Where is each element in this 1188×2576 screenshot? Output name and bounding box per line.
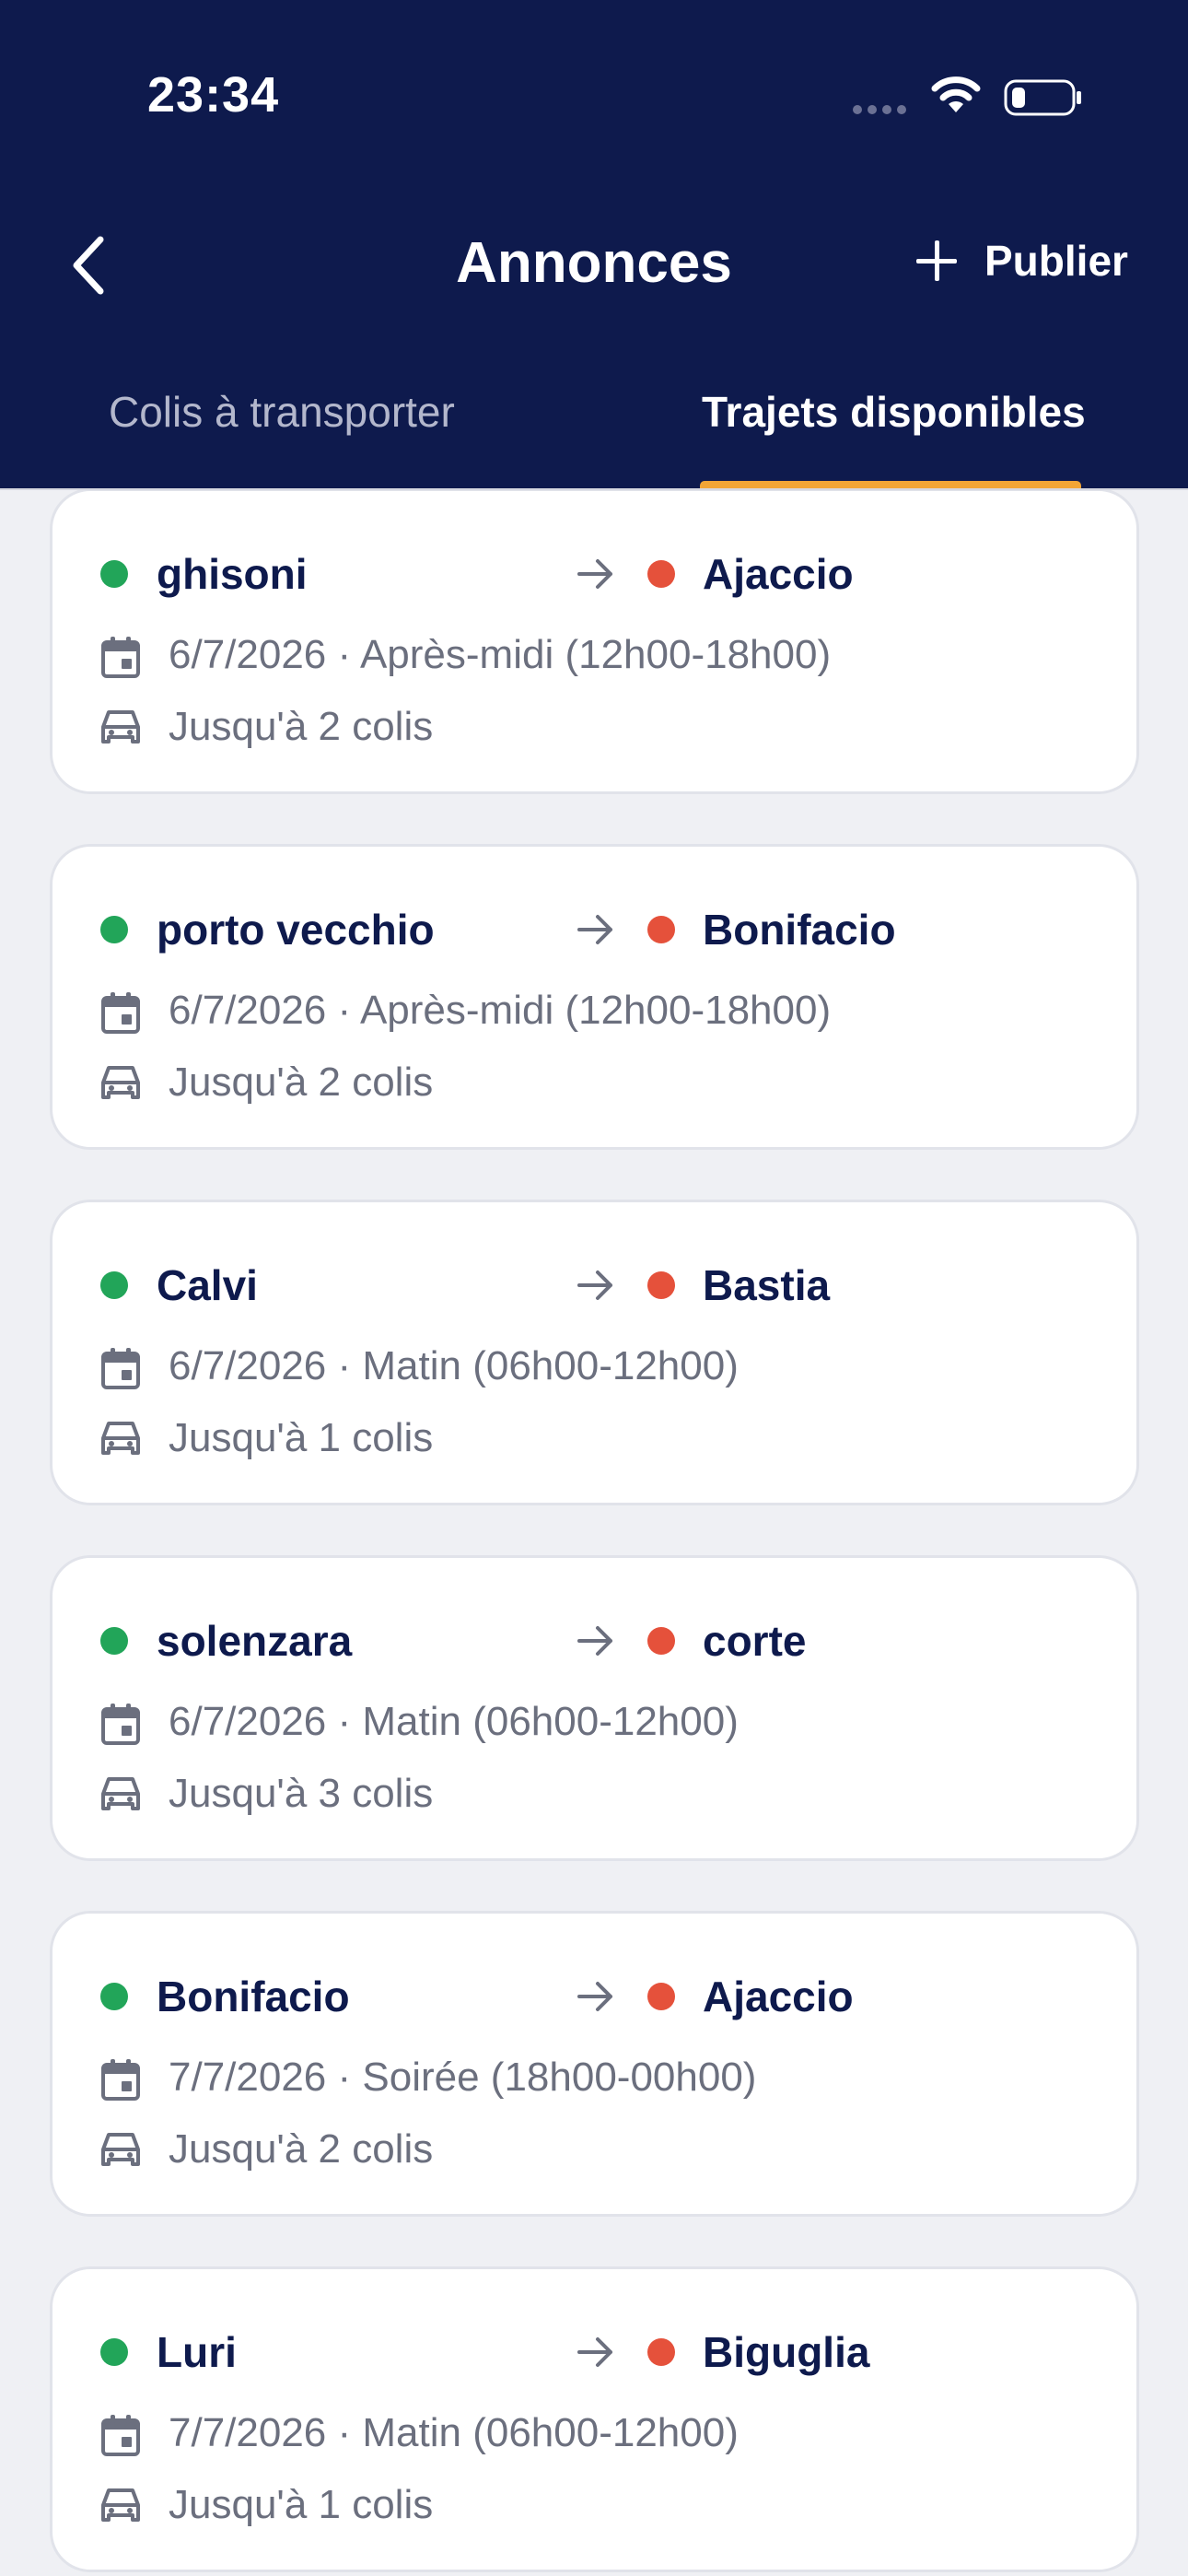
status-time: 23:34 <box>147 67 280 123</box>
trip-route: ghisoni Ajaccio <box>52 546 1136 602</box>
trip-card[interactable]: Luri Biguglia 7/7/2026 · Matin (06h00-12… <box>50 2266 1139 2572</box>
trip-list[interactable]: ghisoni Ajaccio 6/7/2026 · Après-midi (1… <box>0 490 1188 2576</box>
trip-card[interactable]: solenzara corte 6/7/2026 · Matin (06h00-… <box>50 1555 1139 1861</box>
origin-city: Bonifacio <box>157 1973 350 2020</box>
trip-capacity-row: Jusqu'à 1 colis <box>52 2477 1136 2533</box>
destination-city: Bonifacio <box>703 906 896 954</box>
destination-city: Ajaccio <box>703 1973 854 2020</box>
origin-city: ghisoni <box>157 550 308 598</box>
app-header: 23:34 Annonces Publier Colis à transport… <box>0 0 1188 490</box>
wifi-icon <box>931 76 981 112</box>
arrow-right-icon <box>577 559 612 589</box>
trip-date: 6/7/2026 · Après-midi (12h00-18h00) <box>169 988 832 1033</box>
tab-colis-a-transporter[interactable]: Colis à transporter <box>109 387 455 437</box>
trip-date-row: 7/7/2026 · Soirée (18h00-00h00) <box>52 2050 1136 2105</box>
publish-label: Publier <box>984 237 1128 285</box>
trip-card[interactable]: Calvi Bastia 6/7/2026 · Matin (06h00-12h… <box>50 1200 1139 1505</box>
trip-route: porto vecchio Bonifacio <box>52 902 1136 957</box>
car-icon <box>101 710 140 744</box>
trip-capacity: Jusqu'à 3 colis <box>169 1771 434 1816</box>
calendar-icon <box>101 2059 140 2101</box>
trip-date: 6/7/2026 · Matin (06h00-12h00) <box>169 1699 739 1744</box>
trip-date-row: 6/7/2026 · Après-midi (12h00-18h00) <box>52 983 1136 1038</box>
trip-route: Bonifacio Ajaccio <box>52 1969 1136 2024</box>
origin-city: Calvi <box>157 1261 258 1309</box>
trip-capacity: Jusqu'à 1 colis <box>169 2482 434 2527</box>
destination-dot-icon <box>647 560 675 588</box>
trip-route: Luri Biguglia <box>52 2324 1136 2380</box>
tab-trajets-disponibles[interactable]: Trajets disponibles <box>702 387 1086 437</box>
trip-capacity-row: Jusqu'à 2 colis <box>52 1055 1136 1110</box>
calendar-icon <box>101 2415 140 2456</box>
car-icon <box>101 2133 140 2166</box>
calendar-icon <box>101 1704 140 1745</box>
trip-capacity: Jusqu'à 2 colis <box>169 704 434 749</box>
trip-date: 7/7/2026 · Matin (06h00-12h00) <box>169 2410 739 2455</box>
battery-icon <box>1004 79 1081 116</box>
arrow-right-icon <box>577 915 612 944</box>
plus-icon <box>916 240 957 281</box>
publish-button[interactable]: Publier <box>916 236 1128 286</box>
trip-card[interactable]: Bonifacio Ajaccio 7/7/2026 · Soirée (18h… <box>50 1911 1139 2217</box>
arrow-right-icon <box>577 1982 612 2011</box>
calendar-icon <box>101 992 140 1034</box>
origin-city: Luri <box>157 2328 237 2376</box>
trip-date: 6/7/2026 · Matin (06h00-12h00) <box>169 1343 739 1388</box>
arrow-right-icon <box>577 2337 612 2367</box>
trip-card[interactable]: ghisoni Ajaccio 6/7/2026 · Après-midi (1… <box>50 490 1139 794</box>
car-icon <box>101 1777 140 1810</box>
destination-dot-icon <box>647 1271 675 1299</box>
cellular-signal-icon <box>853 105 906 114</box>
destination-dot-icon <box>647 1627 675 1655</box>
origin-dot-icon <box>100 2338 128 2366</box>
trip-capacity-row: Jusqu'à 2 colis <box>52 699 1136 755</box>
trip-capacity: Jusqu'à 1 colis <box>169 1415 434 1460</box>
destination-city: Biguglia <box>703 2328 870 2376</box>
origin-dot-icon <box>100 1627 128 1655</box>
trip-route: Calvi Bastia <box>52 1258 1136 1313</box>
origin-dot-icon <box>100 1271 128 1299</box>
trip-capacity: Jusqu'à 2 colis <box>169 2126 434 2172</box>
car-icon <box>101 2488 140 2522</box>
trip-capacity-row: Jusqu'à 3 colis <box>52 1766 1136 1821</box>
car-icon <box>101 1066 140 1099</box>
origin-dot-icon <box>100 560 128 588</box>
origin-city: porto vecchio <box>157 906 435 954</box>
origin-dot-icon <box>100 1983 128 2010</box>
arrow-right-icon <box>577 1626 612 1656</box>
trip-date-row: 6/7/2026 · Matin (06h00-12h00) <box>52 1694 1136 1750</box>
trip-capacity-row: Jusqu'à 2 colis <box>52 2122 1136 2177</box>
destination-city: Ajaccio <box>703 550 854 598</box>
trip-route: solenzara corte <box>52 1613 1136 1669</box>
arrow-right-icon <box>577 1270 612 1300</box>
trip-capacity: Jusqu'à 2 colis <box>169 1060 434 1105</box>
trip-date: 7/7/2026 · Soirée (18h00-00h00) <box>169 2055 757 2100</box>
destination-city: Bastia <box>703 1261 831 1309</box>
trip-card[interactable]: porto vecchio Bonifacio 6/7/2026 · Après… <box>50 844 1139 1150</box>
trip-date-row: 7/7/2026 · Matin (06h00-12h00) <box>52 2406 1136 2461</box>
trip-date: 6/7/2026 · Après-midi (12h00-18h00) <box>169 632 832 677</box>
car-icon <box>101 1422 140 1455</box>
origin-city: solenzara <box>157 1617 353 1665</box>
trip-date-row: 6/7/2026 · Matin (06h00-12h00) <box>52 1339 1136 1394</box>
destination-dot-icon <box>647 916 675 943</box>
destination-city: corte <box>703 1617 807 1665</box>
origin-dot-icon <box>100 916 128 943</box>
trip-capacity-row: Jusqu'à 1 colis <box>52 1411 1136 1466</box>
calendar-icon <box>101 637 140 678</box>
trip-date-row: 6/7/2026 · Après-midi (12h00-18h00) <box>52 627 1136 683</box>
destination-dot-icon <box>647 1983 675 2010</box>
destination-dot-icon <box>647 2338 675 2366</box>
calendar-icon <box>101 1348 140 1389</box>
